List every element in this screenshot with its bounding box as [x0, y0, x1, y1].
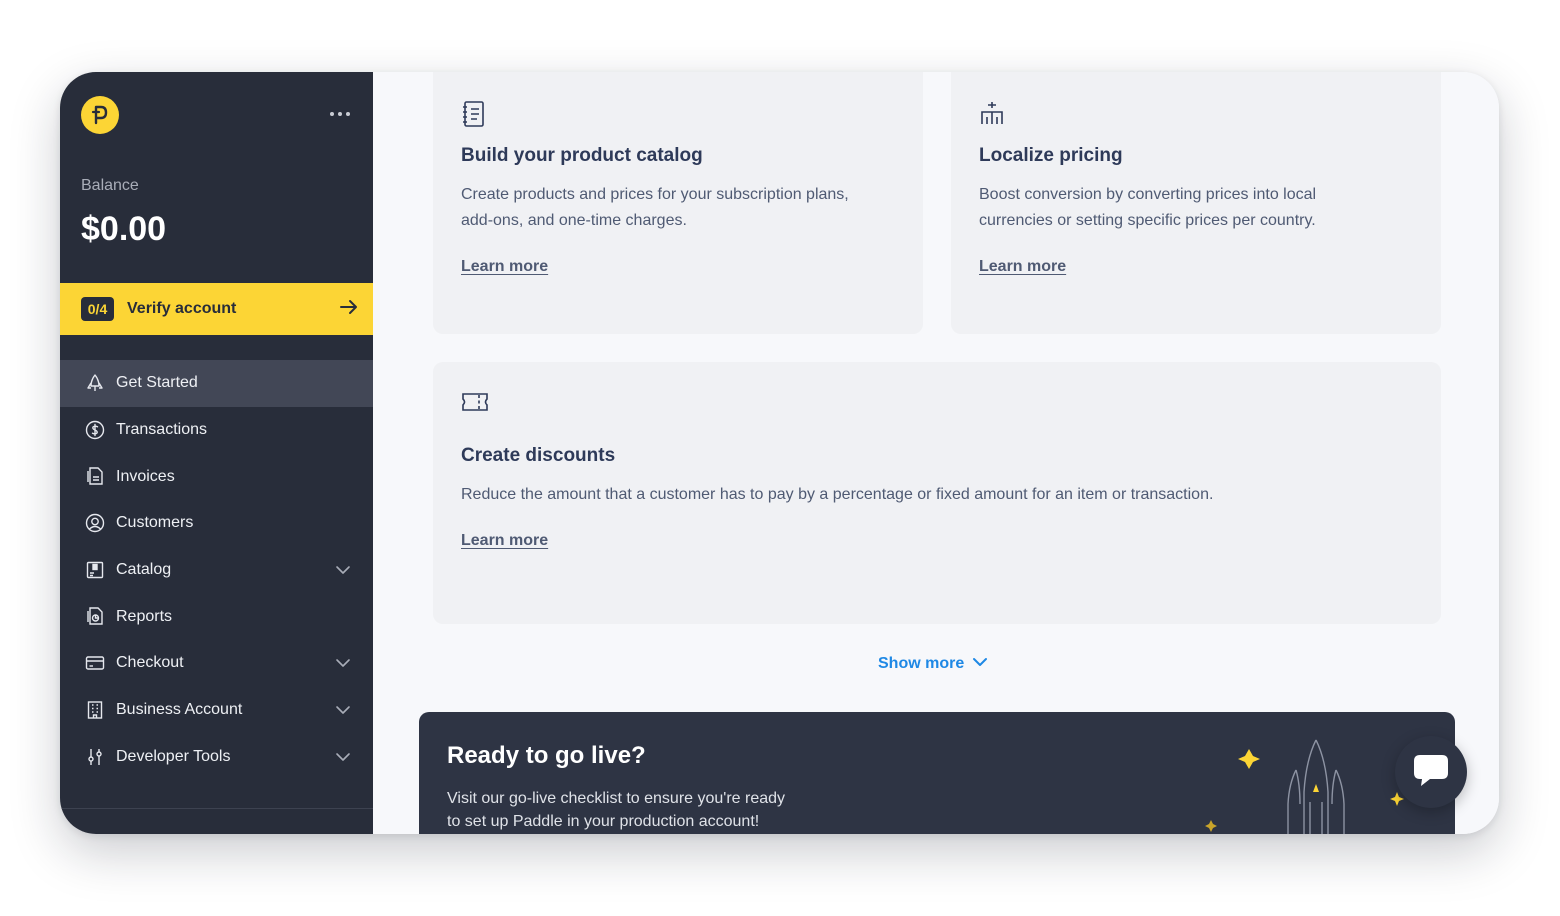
paddle-logo-icon[interactable]	[81, 96, 119, 134]
sidebar-item-customers[interactable]: Customers	[60, 500, 373, 547]
pricing-card: Localize pricing Boost conversion by con…	[951, 72, 1441, 334]
sidebar-item-developer-tools[interactable]: Developer Tools	[60, 734, 373, 781]
chat-button[interactable]	[1395, 736, 1467, 808]
card-description: Create products and prices for your subs…	[461, 182, 849, 234]
learn-more-link[interactable]: Learn more	[979, 258, 1066, 276]
sidebar-item-reports[interactable]: Reports	[60, 593, 373, 640]
card-description: Boost conversion by converting prices in…	[979, 182, 1316, 234]
sidebar-nav: Get Started Transactions Invoices Custom…	[60, 360, 373, 780]
sidebar-item-business-account[interactable]: Business Account	[60, 687, 373, 734]
sidebar-item-invoices[interactable]: Invoices	[60, 453, 373, 500]
sidebar-item-label: Customers	[116, 514, 194, 532]
discounts-card: Create discounts Reduce the amount that …	[433, 362, 1441, 624]
hierarchy-icon	[979, 100, 1009, 130]
verify-account-label: Verify account	[127, 300, 237, 317]
card-description-line: add-ons, and one-time charges.	[461, 212, 687, 229]
card-title: Localize pricing	[979, 145, 1123, 166]
go-live-banner: Ready to go live? Visit our go-live chec…	[419, 712, 1455, 834]
sidebar-item-label: Catalog	[116, 561, 172, 579]
sidebar-item-get-started[interactable]: Get Started	[60, 360, 373, 407]
chevron-down-icon	[972, 655, 988, 673]
learn-more-link[interactable]: Learn more	[461, 532, 548, 550]
sidebar-item-label: Business Account	[116, 701, 243, 719]
sidebar-item-label: Reports	[116, 607, 173, 625]
chevron-down-icon[interactable]	[335, 655, 351, 676]
building-icon	[85, 700, 105, 720]
go-live-description: Visit our go-live checklist to ensure yo…	[447, 787, 837, 833]
chevron-down-icon[interactable]	[335, 749, 351, 770]
rocket-icon	[85, 373, 105, 393]
reports-icon	[85, 606, 105, 626]
sidebar-item-label: Transactions	[116, 421, 207, 439]
arrow-right-icon	[339, 297, 359, 322]
main-content: Build your product catalog Create produc…	[373, 72, 1499, 834]
sidebar-item-catalog[interactable]: Catalog	[60, 547, 373, 594]
card-description: Reduce the amount that a customer has to…	[461, 486, 1214, 503]
go-live-description-line: Visit our go-live checklist to ensure yo…	[447, 790, 786, 807]
balance-label: Balance	[81, 177, 139, 194]
app-window: Balance $0.00 0/4 Verify account Get Sta…	[60, 72, 1499, 834]
dollar-circle-icon	[85, 420, 105, 440]
ellipsis-icon[interactable]	[326, 102, 354, 126]
card-description-line: currencies or setting specific prices pe…	[979, 212, 1316, 229]
chat-bubble-icon	[1412, 752, 1450, 793]
card-title: Create discounts	[461, 445, 616, 466]
verify-progress-badge: 0/4	[81, 297, 114, 321]
user-circle-icon	[85, 513, 105, 533]
show-more-label: Show more	[878, 655, 965, 672]
catalog-icon	[85, 560, 105, 580]
show-more-button[interactable]: Show more	[878, 655, 988, 673]
sidebar: Balance $0.00 0/4 Verify account Get Sta…	[60, 72, 373, 834]
coupon-icon	[461, 390, 491, 420]
go-live-title: Ready to go live?	[447, 742, 646, 769]
notebook-icon	[461, 100, 491, 130]
sidebar-item-label: Get Started	[116, 374, 198, 392]
go-live-description-line: to set up Paddle in your production acco…	[447, 813, 760, 830]
sliders-icon	[85, 747, 105, 767]
card-title: Build your product catalog	[461, 145, 703, 166]
sidebar-item-label: Invoices	[116, 467, 175, 485]
card-description-line: Create products and prices for your subs…	[461, 186, 849, 203]
balance-value: $0.00	[81, 210, 167, 248]
invoice-icon	[85, 466, 105, 486]
chevron-down-icon[interactable]	[335, 702, 351, 723]
sidebar-divider	[60, 808, 373, 809]
sidebar-item-label: Developer Tools	[116, 747, 231, 765]
rocket-launch-icon	[1205, 739, 1404, 834]
catalog-card: Build your product catalog Create produc…	[433, 72, 923, 334]
sidebar-item-label: Checkout	[116, 654, 184, 672]
sidebar-item-transactions[interactable]: Transactions	[60, 407, 373, 454]
chevron-down-icon[interactable]	[335, 562, 351, 583]
card-description-line: Boost conversion by converting prices in…	[979, 186, 1317, 203]
learn-more-link[interactable]: Learn more	[461, 258, 548, 276]
sidebar-item-checkout[interactable]: Checkout	[60, 640, 373, 687]
verify-account-button[interactable]: 0/4 Verify account	[60, 283, 373, 335]
credit-card-icon	[85, 653, 105, 673]
